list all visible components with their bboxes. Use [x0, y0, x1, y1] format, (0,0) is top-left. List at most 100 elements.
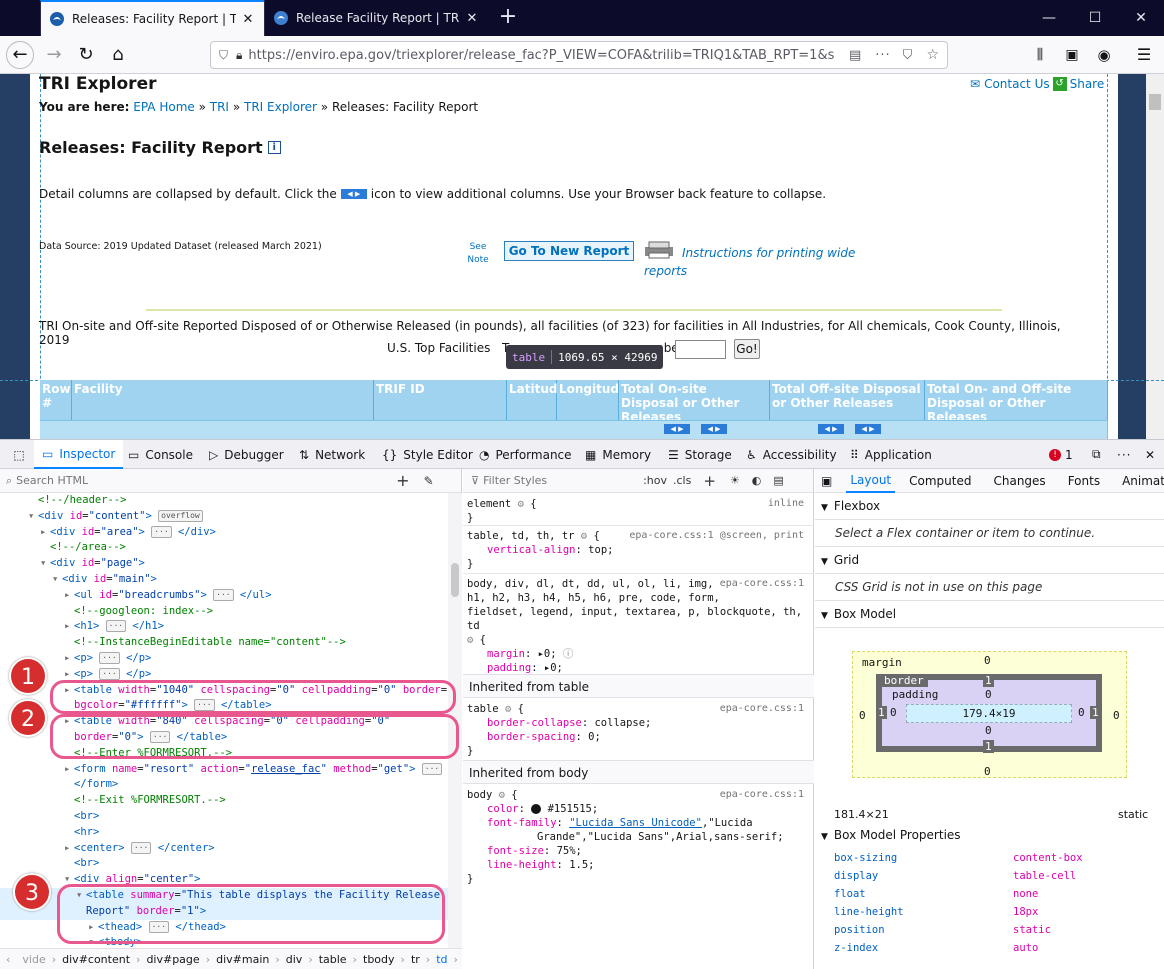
tab-console[interactable]: ▭ Console: [128, 440, 193, 469]
collapsed-triangle-icon[interactable]: ▸: [64, 588, 74, 604]
prop-value[interactable]: 1.5;: [569, 859, 594, 871]
box-model-section-header[interactable]: ▼ Box Model: [815, 601, 1164, 628]
bm-border-left[interactable]: 1: [876, 706, 887, 719]
html-tree-node[interactable]: <!--googleon: index-->: [0, 604, 448, 620]
tab-fonts[interactable]: Fonts: [1068, 474, 1100, 488]
bm-content[interactable]: 179.4×19: [906, 704, 1072, 723]
col-header-row[interactable]: Row #: [40, 380, 72, 420]
html-tree-node[interactable]: ▾ <div id="page">: [0, 556, 448, 572]
prop-value[interactable]: collapse;: [594, 717, 651, 729]
account-icon[interactable]: ◉: [1090, 41, 1118, 69]
prop-value[interactable]: 75%;: [557, 845, 582, 857]
print-instructions-link-2[interactable]: reports: [644, 264, 687, 278]
bm-border-top[interactable]: 1: [983, 674, 994, 687]
tab-storage[interactable]: ☰ Storage: [668, 440, 732, 469]
expand-columns-icon[interactable]: ◀ ▶: [818, 424, 844, 434]
go-to-new-report-button[interactable]: Go To New Report: [504, 241, 634, 261]
html-tree-node[interactable]: ▸ <div id="area"> ··· </div>: [0, 525, 448, 541]
bm-border-right[interactable]: 1: [1090, 706, 1101, 719]
html-tree-node[interactable]: ▸ <center> ··· </center>: [0, 841, 448, 857]
gear-icon[interactable]: ⚙: [499, 789, 505, 801]
error-count[interactable]: ! 1: [1049, 440, 1073, 469]
html-tree-node[interactable]: <!--/area-->: [0, 540, 448, 556]
search-html-input[interactable]: [16, 474, 377, 487]
envelope-icon[interactable]: ✉: [970, 77, 980, 91]
close-tab-icon[interactable]: ✕: [240, 12, 256, 27]
share-icon[interactable]: ↺: [1052, 77, 1067, 91]
info-circle-icon[interactable]: ⓘ: [563, 648, 574, 660]
expanded-triangle-icon[interactable]: ▾: [40, 556, 50, 572]
light-theme-icon[interactable]: ☀: [730, 474, 740, 487]
share-link[interactable]: Share: [1070, 77, 1105, 91]
chevron-right-icon[interactable]: ›: [453, 953, 457, 966]
html-tree-node[interactable]: ▸ <ul id="breadcrumbs"> ··· </ul>: [0, 588, 448, 604]
html-breadcrumb-item[interactable]: vide: [22, 953, 45, 966]
back-arrow-icon[interactable]: ←: [6, 41, 34, 69]
prop-name[interactable]: color: [487, 803, 519, 815]
tab-performance[interactable]: ◔ Performance: [479, 440, 572, 469]
add-node-icon[interactable]: +: [396, 471, 409, 490]
col-header-onsite[interactable]: Total On-site Disposal or Other Releases: [619, 380, 770, 424]
prop-value[interactable]: 0;: [544, 648, 557, 660]
prop-name[interactable]: line-height: [487, 859, 557, 871]
breadcrumb-tri-explorer[interactable]: TRI Explorer: [244, 100, 317, 114]
collapsed-triangle-icon[interactable]: ▸: [64, 762, 74, 778]
tab-accessibility[interactable]: ♿︎ Accessibility: [746, 440, 837, 469]
html-breadcrumb-item[interactable]: tbody: [363, 953, 395, 966]
tab-debugger[interactable]: ▷ Debugger: [209, 440, 284, 469]
prop-value[interactable]: Grande","Lucida Sans",Arial,sans-serif;: [467, 830, 810, 844]
bm-padding-left[interactable]: 0: [890, 706, 897, 719]
rule-source[interactable]: epa-core.css:1 @screen, print: [629, 529, 804, 543]
col-header-offsite[interactable]: Total Off-site Disposal or Other Release…: [770, 380, 925, 420]
bm-border-bottom[interactable]: 1: [983, 740, 994, 753]
html-tree-node[interactable]: ▾ <div id="content"> overflow: [0, 509, 448, 525]
rule-source[interactable]: inline: [768, 497, 804, 511]
html-tree-node[interactable]: ▸ <p> ··· </p>: [0, 651, 448, 667]
prop-value[interactable]: ,"Lucida: [702, 817, 753, 829]
prop-name[interactable]: font-family: [487, 817, 557, 829]
home-icon[interactable]: ⌂: [104, 41, 132, 69]
close-tab-icon[interactable]: ✕: [464, 11, 480, 26]
dock-icon[interactable]: ⧉: [1092, 440, 1101, 469]
expand-columns-icon[interactable]: ◀ ▶: [855, 424, 881, 434]
info-icon[interactable]: i: [267, 141, 281, 154]
prop-name[interactable]: border-spacing: [487, 731, 576, 743]
browser-tab-releases[interactable]: Releases: Facility Report | TRI Ex ✕: [40, 0, 264, 36]
html-breadcrumb-item[interactable]: div#main: [216, 953, 269, 966]
toggle-sidebar-icon[interactable]: ▣: [821, 474, 832, 488]
html-tree-node[interactable]: ▸ <h1> ··· </h1>: [0, 619, 448, 635]
html-tree-node[interactable]: <!--Exit %FORMRESORT.-->: [0, 793, 448, 809]
col-header-longitude[interactable]: Longitude: [557, 380, 627, 420]
html-tree-node[interactable]: <!--InstanceBeginEditable name="content"…: [0, 635, 448, 651]
prop-value[interactable]: 0;: [588, 731, 601, 743]
number-input[interactable]: [675, 340, 726, 359]
reader-view-icon[interactable]: ▤: [849, 48, 861, 63]
bm-padding-bottom[interactable]: 0: [985, 724, 992, 737]
html-breadcrumb-item[interactable]: div#page: [146, 953, 199, 966]
prop-value-link[interactable]: "Lucida Sans Unicode": [569, 817, 702, 829]
close-devtools-icon[interactable]: ✕: [1145, 440, 1155, 469]
expanded-triangle-icon[interactable]: ▾: [28, 509, 38, 525]
new-tab-button[interactable]: +: [494, 4, 522, 32]
html-tree-node[interactable]: <br>: [0, 856, 448, 872]
prop-name[interactable]: border-collapse: [487, 717, 582, 729]
gear-icon[interactable]: ⚙: [581, 530, 587, 542]
html-tree-node[interactable]: <hr>: [0, 825, 448, 841]
col-header-latitude[interactable]: Latitude: [507, 380, 566, 420]
html-breadcrumb-item[interactable]: table: [319, 953, 347, 966]
collapsed-triangle-icon[interactable]: ▸: [64, 651, 74, 667]
minimize-icon[interactable]: —: [1026, 0, 1072, 36]
breadcrumb-tri[interactable]: TRI: [210, 100, 229, 114]
lock-icon[interactable]: 🔒︎: [236, 48, 242, 63]
print-instructions-link[interactable]: Instructions for printing wide: [682, 246, 855, 260]
dark-theme-icon[interactable]: ◐: [752, 474, 762, 487]
rule-source[interactable]: epa-core.css:1: [720, 577, 804, 591]
add-rule-icon[interactable]: +: [703, 472, 716, 490]
prop-name[interactable]: font-size: [487, 845, 544, 857]
col-header-total[interactable]: Total On- and Off-site Disposal or Other…: [925, 380, 1108, 424]
bm-margin-bottom[interactable]: 0: [984, 765, 991, 778]
expand-columns-icon[interactable]: ◀ ▶: [701, 424, 727, 434]
collapsed-triangle-icon[interactable]: ▸: [64, 619, 74, 635]
html-tree-node[interactable]: ▾ <div id="main">: [0, 572, 448, 588]
printer-icon[interactable]: [643, 241, 675, 259]
